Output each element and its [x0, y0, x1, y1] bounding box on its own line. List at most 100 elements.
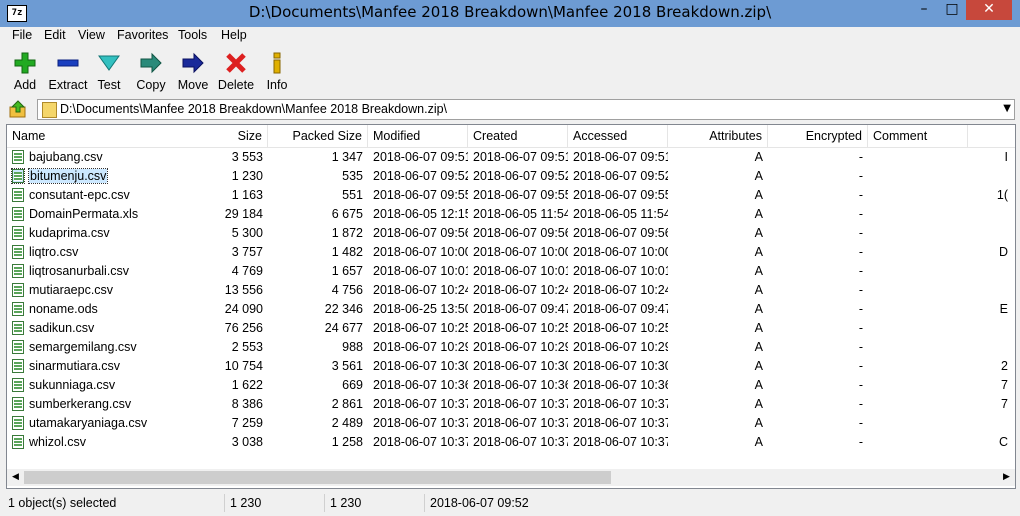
file-size: 4 769 [231, 264, 263, 278]
file-name-text: sumberkerang.csv [29, 397, 132, 411]
table-row[interactable]: sinarmutiara.csv 10 754 3 561 2018-06-07 10… [7, 357, 1015, 376]
move-button[interactable]: Move [171, 50, 215, 94]
file-modified: 2018-06-07 09:55 [373, 188, 468, 202]
file-modified: 2018-06-07 10:25 [373, 321, 468, 335]
file-modified: 2018-06-25 13:50 [373, 302, 468, 316]
file-encrypted: - [858, 169, 863, 183]
horizontal-scrollbar[interactable]: ◀ ▶ [7, 469, 1015, 486]
title-bar[interactable]: 7z D:\Documents\Manfee 2018 Breakdown\Ma… [0, 0, 1020, 27]
table-row[interactable]: mutiaraepc.csv 13 556 4 756 2018-06-07 10:2… [7, 281, 1015, 300]
file-comment: 7 [1001, 397, 1008, 411]
chevron-down-icon[interactable]: ▼ [1003, 103, 1011, 114]
menu-tools[interactable]: Tools [178, 28, 207, 42]
table-row[interactable]: sumberkerang.csv 8 386 2 861 2018-06-07 10:… [7, 395, 1015, 414]
file-encrypted: - [858, 226, 863, 240]
file-size: 10 754 [224, 359, 263, 373]
table-row[interactable]: sadikun.csv 76 256 24 677 2018-06-07 10:25 2… [7, 319, 1015, 338]
file-attributes: A [754, 207, 763, 221]
spreadsheet-file-icon [12, 435, 24, 449]
file-comment: I [1004, 150, 1008, 164]
file-encrypted: - [858, 245, 863, 259]
menu-view[interactable]: View [78, 28, 105, 42]
copy-button[interactable]: Copy [129, 50, 173, 94]
col-accessed[interactable]: Accessed [568, 125, 668, 147]
menu-file[interactable]: File [12, 28, 32, 42]
file-name-text: liqtrosanurbali.csv [29, 264, 130, 278]
file-packed-size: 551 [342, 188, 363, 202]
file-attributes: A [754, 340, 763, 354]
file-comment: D [998, 245, 1008, 259]
file-accessed: 2018-06-07 10:29 [573, 340, 668, 354]
file-list[interactable]: Name Size Packed Size Modified Created A… [6, 124, 1016, 489]
file-attributes: A [754, 264, 763, 278]
file-encrypted: - [858, 302, 863, 316]
file-attributes: A [754, 435, 763, 449]
address-text[interactable]: D:\Documents\Manfee 2018 Breakdown\Manfe… [60, 102, 447, 116]
table-row[interactable]: semargemilang.csv 2 553 988 2018-06-07 10:2… [7, 338, 1015, 357]
file-name: noname.ods [7, 300, 207, 319]
table-row[interactable]: bitumenju.csv 1 230 535 2018-06-07 09:52 201… [7, 167, 1015, 186]
table-row[interactable]: liqtrosanurbali.csv 4 769 1 657 2018-06-07 … [7, 262, 1015, 281]
file-attributes: A [754, 416, 763, 430]
col-modified[interactable]: Modified [368, 125, 468, 147]
add-button[interactable]: Add [3, 50, 47, 94]
file-created: 2018-06-07 09:47 [473, 302, 568, 316]
table-row[interactable]: bajubang.csv 3 553 1 347 2018-06-07 09:51 20… [7, 148, 1015, 167]
file-size: 24 090 [224, 302, 263, 316]
col-packed-size[interactable]: Packed Size [268, 125, 368, 147]
file-name-text: noname.ods [29, 302, 98, 316]
scroll-left-icon[interactable]: ◀ [7, 469, 24, 486]
info-label: Info [266, 78, 288, 92]
table-row[interactable]: utamakaryaniaga.csv 7 259 2 489 2018-06-07 … [7, 414, 1015, 433]
file-size: 8 386 [231, 397, 263, 411]
file-encrypted: - [858, 397, 863, 411]
file-comment [868, 281, 1013, 300]
table-row[interactable]: consutant-epc.csv 1 163 551 2018-06-07 09:5… [7, 186, 1015, 205]
address-bar[interactable]: D:\Documents\Manfee 2018 Breakdown\Manfe… [37, 99, 1015, 120]
close-button[interactable]: ✕ [966, 0, 1012, 20]
file-name: DomainPermata.xls [7, 205, 207, 224]
file-modified: 2018-06-07 09:52 [373, 169, 468, 183]
delete-button[interactable]: Delete [214, 50, 258, 94]
add-icon [14, 52, 36, 74]
col-comment[interactable]: Comment [868, 125, 968, 147]
col-size[interactable]: Size [207, 125, 268, 147]
file-name: sinarmutiara.csv [7, 357, 207, 376]
file-accessed: 2018-06-07 09:47 [573, 302, 668, 316]
spreadsheet-file-icon [12, 340, 24, 354]
menu-help[interactable]: Help [221, 28, 247, 42]
file-name-text: sinarmutiara.csv [29, 359, 120, 373]
test-button[interactable]: Test [87, 50, 131, 94]
file-accessed: 2018-06-07 09:55 [573, 188, 668, 202]
file-accessed: 2018-06-07 10:25 [573, 321, 668, 335]
table-row[interactable]: DomainPermata.xls 29 184 6 675 2018-06-05 1… [7, 205, 1015, 224]
table-row[interactable]: kudaprima.csv 5 300 1 872 2018-06-07 09:56 2… [7, 224, 1015, 243]
file-size: 1 163 [231, 188, 263, 202]
scroll-right-icon[interactable]: ▶ [998, 469, 1015, 486]
spreadsheet-file-icon [12, 302, 24, 316]
col-encrypted[interactable]: Encrypted [768, 125, 868, 147]
info-button[interactable]: Info [255, 50, 299, 94]
col-created[interactable]: Created [468, 125, 568, 147]
menu-edit[interactable]: Edit [44, 28, 66, 42]
file-created: 2018-06-07 10:25 [473, 321, 568, 335]
minimize-button[interactable]: – [910, 0, 938, 20]
file-size: 3 038 [231, 435, 263, 449]
file-accessed: 2018-06-07 10:24 [573, 283, 668, 297]
col-attributes[interactable]: Attributes [668, 125, 768, 147]
file-modified: 2018-06-07 10:00 [373, 245, 468, 259]
up-folder-button[interactable] [8, 100, 28, 118]
table-row[interactable]: noname.ods 24 090 22 346 2018-06-25 13:50 20… [7, 300, 1015, 319]
scroll-thumb[interactable] [24, 471, 611, 484]
table-row[interactable]: sukunniaga.csv 1 622 669 2018-06-07 10:36 20… [7, 376, 1015, 395]
extract-button[interactable]: Extract [46, 50, 90, 94]
table-row[interactable]: liqtro.csv 3 757 1 482 2018-06-07 10:00 2018… [7, 243, 1015, 262]
maximize-button[interactable]: □ [938, 0, 966, 20]
file-attributes: A [754, 226, 763, 240]
file-comment: 2 [1001, 359, 1008, 373]
file-created: 2018-06-07 10:00 [473, 245, 568, 259]
file-name: sukunniaga.csv [7, 376, 207, 395]
menu-favorites[interactable]: Favorites [117, 28, 168, 42]
file-created: 2018-06-07 09:55 [473, 188, 568, 202]
table-row[interactable]: whizol.csv 3 038 1 258 2018-06-07 10:37 2018… [7, 433, 1015, 452]
